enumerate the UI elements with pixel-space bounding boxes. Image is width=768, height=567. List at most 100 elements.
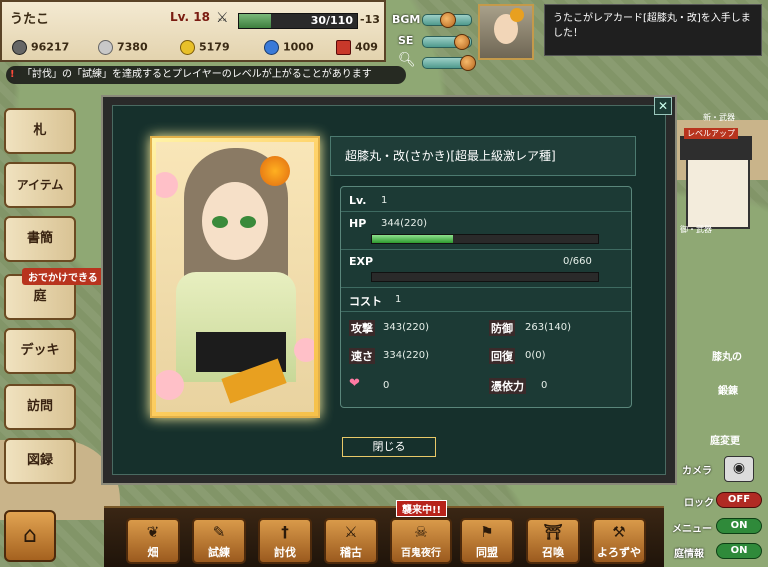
menu-encyclopedia-button[interactable]: 図録 — [4, 438, 76, 484]
world-label-samurai: 御・武器 — [680, 225, 712, 234]
defense-label: 防御 — [489, 320, 515, 336]
hammer-icon: ⚒ — [612, 523, 626, 541]
garden-info-toggle[interactable]: ON — [716, 543, 762, 559]
stat-row-exp: EXP 0/660 — [341, 250, 631, 288]
cost-value: 1 — [395, 294, 402, 305]
world-sign-levelup: レベルアップ — [684, 128, 738, 139]
menu-cards-button[interactable]: 札 — [4, 108, 76, 154]
bgm-label: BGM — [392, 13, 421, 26]
card-title: 超膝丸・改(さかき)[超最上級激レア種] — [330, 136, 636, 176]
coin-icon — [12, 40, 27, 55]
crossed-swords-icon: ⚔ — [216, 10, 229, 26]
magnifier-icon: 🔍︎ — [398, 52, 416, 68]
world-label-shinsei: 新・武器 — [703, 113, 735, 122]
sword-icon: † — [281, 523, 289, 541]
cost-label: コスト — [349, 295, 382, 308]
flower-icon — [510, 8, 524, 22]
se-slider-knob[interactable] — [454, 34, 470, 50]
stamina-bar-text: 30/110 — [310, 14, 353, 27]
stat-row-cost: コスト 1 — [341, 288, 631, 312]
heal-label: 回復 — [489, 348, 515, 364]
world-character-sign: 鍛錬 — [718, 386, 738, 397]
money-stat: 96217 — [12, 40, 69, 55]
bottom-menu-bar — [104, 506, 664, 567]
sakura-icon — [156, 370, 184, 400]
card-eye-left — [212, 216, 228, 228]
speed-label: 速さ — [349, 348, 375, 364]
card-illustration — [156, 142, 314, 412]
garden-info-label: 庭情報 — [674, 549, 704, 560]
level-label: Lv. — [349, 194, 367, 207]
camera-label: カメラ — [682, 466, 712, 477]
demon-icon: ☠ — [414, 523, 428, 541]
gold-stat: 5179 — [180, 40, 230, 55]
possession-label: 憑依力 — [489, 378, 526, 394]
tickets-stat: 409 — [336, 40, 378, 55]
tip-text: 「討伐」の「試練」を達成するとプレイヤーのレベルが上がることがあります — [22, 69, 372, 80]
hp-bar-fill — [372, 235, 454, 243]
bgm-slider-knob[interactable] — [440, 12, 456, 28]
speed-value: 334(220) — [383, 350, 429, 361]
points-stat: 1000 — [264, 40, 314, 55]
exp-label: EXP — [349, 255, 374, 268]
exp-value: 0/660 — [563, 256, 592, 267]
bottom-alliance-button[interactable]: ⚑ 同盟 — [460, 518, 514, 564]
attack-value: 343(220) — [383, 322, 429, 333]
house-icon: ⌂ — [23, 523, 37, 548]
zoom-slider-knob[interactable] — [460, 55, 476, 71]
bottom-summon-button[interactable]: ⛩ 召喚 — [526, 518, 580, 564]
silver-icon — [98, 40, 113, 55]
player-status-bar: うたこ Lv. 18 ⚔ 30/110 -13 96217 7380 5179 … — [0, 0, 386, 62]
bottom-trial-button[interactable]: ✎ 試練 — [192, 518, 246, 564]
se-label: SE — [398, 34, 414, 47]
modal-close-icon[interactable]: ✕ — [654, 97, 672, 115]
bottom-hyakki-button[interactable]: ☠ 百鬼夜行 — [390, 518, 452, 564]
bottom-farm-button[interactable]: ❦ 畑 — [126, 518, 180, 564]
silver-stat: 7380 — [98, 40, 148, 55]
torii-icon: ⛩ — [543, 523, 563, 541]
bottom-shop-button[interactable]: ⚒ よろずや — [592, 518, 646, 564]
player-name: うたこ — [10, 12, 50, 27]
world-house-label: 庭変更 — [710, 436, 740, 447]
heart-icon: ❤ — [349, 376, 360, 391]
world-roof — [680, 136, 752, 160]
raid-badge: 襲来中!! — [396, 500, 448, 517]
menu-deck-button[interactable]: デッキ — [4, 328, 76, 374]
menu-items-button[interactable]: アイテム — [4, 162, 76, 208]
stamina-bar: 30/110 — [238, 13, 358, 29]
scroll-icon: ✎ — [212, 523, 226, 541]
points-icon — [264, 40, 279, 55]
defense-value: 263(140) — [525, 322, 571, 333]
camera-icon: ◉ — [732, 460, 746, 476]
ticket-icon — [336, 40, 351, 55]
lock-toggle[interactable]: OFF — [716, 492, 762, 508]
sprout-icon: ❦ — [146, 523, 160, 541]
heart-value: 0 — [383, 380, 390, 391]
home-button[interactable]: ⌂ — [4, 510, 56, 562]
hp-bar — [371, 234, 599, 244]
stamina-bar-fill — [239, 14, 271, 28]
bottom-training-button[interactable]: ⚔ 稽古 — [324, 518, 378, 564]
hp-value: 344(220) — [381, 218, 427, 229]
stat-row-level: Lv. 1 — [341, 188, 631, 212]
stat-row-hp: HP 344(220) — [341, 212, 631, 250]
world-character-sign: 膝丸の — [712, 352, 742, 363]
bottom-subjugate-button[interactable]: † 討伐 — [258, 518, 312, 564]
heal-value: 0(0) — [525, 350, 546, 361]
sakura-icon — [156, 172, 178, 198]
menu-toggle[interactable]: ON — [716, 518, 762, 534]
menu-visit-button[interactable]: 訪問 — [4, 384, 76, 430]
sakura-icon — [294, 338, 314, 362]
notification-avatar — [478, 4, 534, 60]
player-level: Lv. 18 — [170, 10, 210, 24]
tip-bar: ! 「討伐」の「試練」を達成するとプレイヤーのレベルが上がることがあります — [6, 66, 406, 84]
flag-icon: ⚑ — [480, 523, 494, 541]
menu-letters-button[interactable]: 書簡 — [4, 216, 76, 262]
card-eye-right — [240, 216, 256, 228]
camera-button[interactable]: ◉ — [724, 456, 754, 482]
exclamation-icon: ! — [10, 69, 15, 80]
stamina-modifier: -13 — [360, 13, 380, 26]
outing-badge: おでかけできる — [22, 268, 104, 285]
close-button[interactable]: 閉じる — [342, 437, 436, 457]
menu-label: メニュー — [672, 524, 712, 535]
